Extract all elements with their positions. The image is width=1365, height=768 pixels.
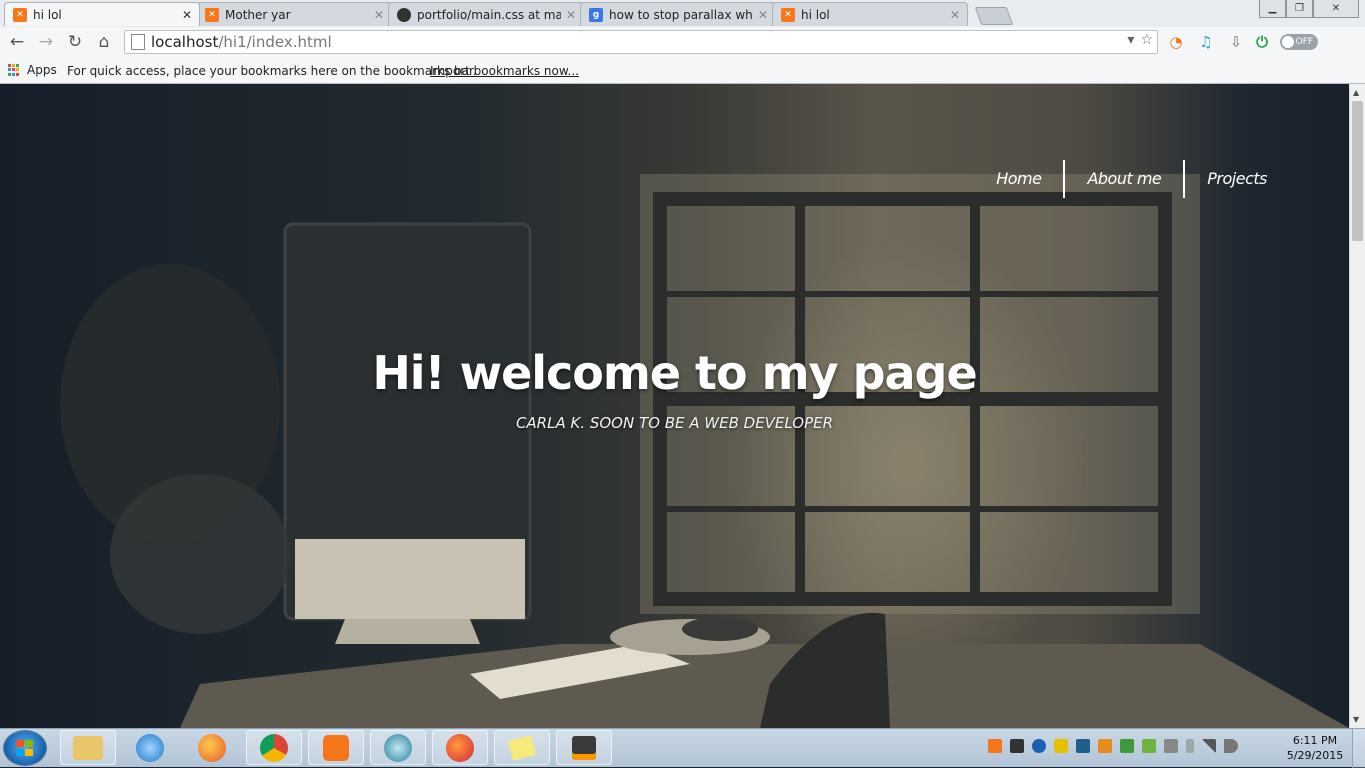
tray-app-icon[interactable] <box>1120 739 1134 753</box>
filezilla-icon[interactable] <box>370 730 426 765</box>
headphones-icon[interactable]: ♫ <box>1196 32 1216 52</box>
firefox-developer-icon[interactable] <box>432 730 488 765</box>
sublime-text-icon[interactable] <box>556 730 612 765</box>
tab-title: Mother yar <box>225 7 291 22</box>
close-icon[interactable]: ✕ <box>373 8 385 22</box>
dropdown-icon[interactable]: ▾ <box>1127 32 1134 48</box>
battery-icon[interactable] <box>1186 739 1194 753</box>
tab-mother-yar[interactable]: ✕ Mother yar ✕ <box>196 2 392 26</box>
tab-title: hi lol <box>33 7 62 22</box>
windows-logo-icon <box>16 740 34 756</box>
back-icon[interactable]: ← <box>6 31 28 53</box>
page-icon <box>131 34 145 50</box>
apps-shortcut[interactable]: Apps <box>8 63 57 77</box>
tab-google-search[interactable]: g how to stop parallax when ✕ <box>580 2 776 26</box>
flag-icon[interactable] <box>1164 739 1178 753</box>
apps-grid-icon <box>8 64 20 76</box>
import-bookmarks-link[interactable]: Import bookmarks now... <box>430 64 579 78</box>
page-hero: Home About me Projects Hi! welcome to my… <box>0 84 1349 728</box>
file-explorer-icon[interactable] <box>60 730 116 765</box>
tab-strip: ✕ hi lol ✕ ✕ Mother yar ✕ portfolio/main… <box>4 2 1014 27</box>
scrollbar-thumb[interactable] <box>1352 101 1363 241</box>
xampp-icon: ✕ <box>205 7 219 22</box>
start-button[interactable] <box>4 731 46 765</box>
tray-app-icon[interactable] <box>1098 739 1112 753</box>
monitor-tray-icon[interactable] <box>1076 739 1090 753</box>
scroll-down-icon[interactable]: ▼ <box>1353 715 1359 724</box>
close-icon[interactable]: ✕ <box>181 8 193 22</box>
tray-app-icon[interactable] <box>1142 739 1156 753</box>
maximize-button[interactable]: ❐ <box>1286 0 1313 18</box>
network-tray-icon[interactable] <box>1010 739 1024 753</box>
nav-projects[interactable]: Projects <box>1183 160 1289 198</box>
window-controls: ▁ ❐ ✕ <box>1259 0 1359 18</box>
close-icon[interactable]: ✕ <box>565 8 577 22</box>
close-window-button[interactable]: ✕ <box>1313 0 1359 18</box>
nav-about-me[interactable]: About me <box>1063 160 1183 198</box>
show-desktop-button[interactable] <box>1352 729 1365 768</box>
page-scrollbar[interactable]: ▲ ▼ <box>1349 84 1365 728</box>
close-icon[interactable]: ✕ <box>757 8 769 22</box>
chrome-icon[interactable] <box>246 730 302 765</box>
scroll-up-icon[interactable]: ▲ <box>1353 88 1359 97</box>
close-icon[interactable]: ✕ <box>949 8 961 22</box>
bluetooth-icon[interactable] <box>1032 739 1046 753</box>
system-clock[interactable]: 6:11 PM 5/29/2015 <box>1286 733 1344 763</box>
clock-time: 6:11 PM <box>1292 734 1338 747</box>
xampp-icon: ✕ <box>781 7 795 22</box>
power-icon[interactable]: ⏻ <box>1252 32 1272 52</box>
tab-hi-lol-2[interactable]: ✕ hi lol ✕ <box>772 2 968 26</box>
forward-icon[interactable]: → <box>35 31 57 53</box>
extension-icon[interactable]: ◔ <box>1166 32 1186 52</box>
reload-icon[interactable]: ↻ <box>64 31 86 53</box>
tab-github[interactable]: portfolio/main.css at mast ✕ <box>388 2 584 26</box>
site-navigation: Home About me Projects <box>974 160 1289 198</box>
signal-icon[interactable] <box>1202 739 1216 753</box>
windows-taskbar: 6:11 PM 5/29/2015 <box>0 728 1365 768</box>
new-tab-button[interactable] <box>974 7 1014 25</box>
address-bar[interactable]: localhost/hi1/index.html ▾ ☆ <box>124 30 1158 54</box>
xampp-icon[interactable] <box>308 730 364 765</box>
google-icon: g <box>589 7 603 22</box>
page-subtitle: CARLA K. SOON TO BE A WEB DEVELOPER <box>515 414 834 432</box>
extension-toggle[interactable]: OFF <box>1280 34 1318 50</box>
xampp-icon: ✕ <box>13 7 27 22</box>
star-icon[interactable]: ☆ <box>1140 32 1153 48</box>
download-icon[interactable]: ⇩ <box>1226 32 1246 52</box>
page-title: Hi! welcome to my page <box>372 346 977 400</box>
xampp-tray-icon[interactable] <box>988 739 1002 753</box>
url-text: localhost/hi1/index.html <box>151 33 332 51</box>
volume-icon[interactable] <box>1224 739 1238 753</box>
nav-home[interactable]: Home <box>974 160 1063 198</box>
tab-hi-lol[interactable]: ✕ hi lol ✕ <box>4 2 200 26</box>
apps-label: Apps <box>27 63 57 77</box>
tab-title: hi lol <box>801 7 830 22</box>
home-icon[interactable]: ⌂ <box>93 31 115 53</box>
bookmarks-bar: Apps For quick access, place your bookma… <box>0 58 1365 84</box>
browser-titlebar: ✕ hi lol ✕ ✕ Mother yar ✕ portfolio/main… <box>0 0 1365 27</box>
tab-title: portfolio/main.css at mast <box>417 7 561 22</box>
sticky-notes-icon[interactable] <box>494 730 550 765</box>
internet-explorer-icon[interactable] <box>122 730 178 765</box>
minimize-button[interactable]: ▁ <box>1259 0 1286 18</box>
tray-app-icon[interactable] <box>1054 739 1068 753</box>
browser-toolbar: ← → ↻ ⌂ localhost/hi1/index.html ▾ ☆ ◔ ♫… <box>0 27 1365 75</box>
bookmarks-hint: For quick access, place your bookmarks h… <box>67 64 477 78</box>
tab-title: how to stop parallax when <box>609 7 753 22</box>
system-tray <box>988 739 1238 753</box>
github-icon <box>397 7 411 22</box>
clock-date: 5/29/2015 <box>1286 749 1344 762</box>
firefox-icon[interactable] <box>184 730 240 765</box>
